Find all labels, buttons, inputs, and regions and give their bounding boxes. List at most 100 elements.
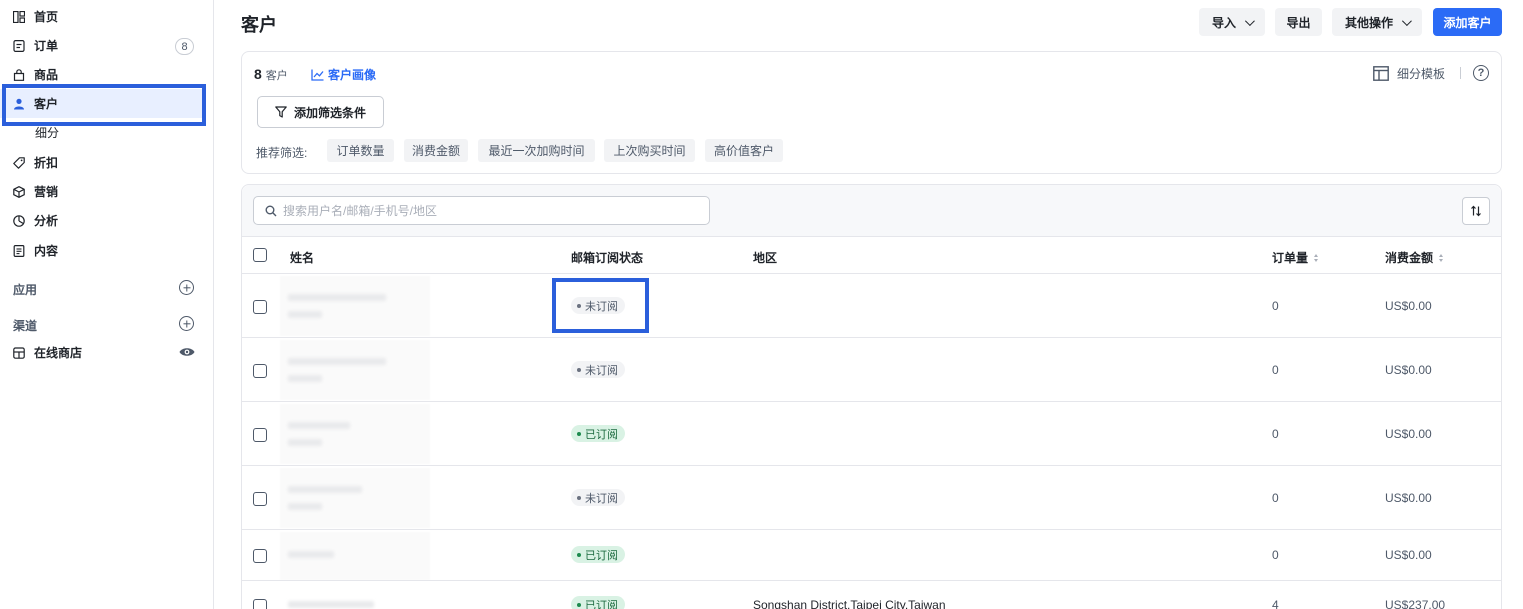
row-checkbox[interactable] — [253, 428, 267, 442]
add-filter-label: 添加筛选条件 — [293, 105, 366, 120]
add-customer-label: 添加客户 — [1443, 15, 1492, 30]
orders-cell: 0 — [1272, 491, 1279, 505]
sidebar-item-label: 在线商店 — [34, 346, 83, 360]
redacted-text — [288, 486, 362, 493]
search-input[interactable] — [283, 203, 683, 218]
more-actions-button[interactable]: 其他操作 — [1332, 8, 1422, 36]
help-icon[interactable]: ? — [1473, 65, 1489, 81]
customer-count: 8 客户 — [254, 66, 288, 83]
add-channel-icon[interactable] — [179, 316, 194, 331]
customer-name-redacted — [280, 340, 430, 400]
row-checkbox[interactable] — [253, 549, 267, 563]
redacted-text — [288, 311, 322, 318]
column-header-subscription: 邮箱订阅状态 — [571, 251, 644, 265]
column-header-spend[interactable]: 消费金额 — [1385, 249, 1444, 266]
chevron-down-icon — [1401, 15, 1412, 26]
sidebar-item-label: 分析 — [34, 214, 59, 228]
sort-icon — [1314, 253, 1319, 262]
subscription-status-text: 已订阅 — [585, 428, 618, 441]
sidebar-item-discounts[interactable]: 折扣 — [0, 148, 205, 177]
page-title: 客户 — [241, 15, 277, 35]
sort-icon — [1439, 253, 1444, 262]
subscription-status-badge: 已订阅 — [571, 546, 625, 563]
filter-chip-last-purchase[interactable]: 上次购买时间 — [604, 139, 695, 162]
row-checkbox[interactable] — [253, 364, 267, 378]
pie-icon — [13, 214, 25, 227]
row-checkbox[interactable] — [253, 492, 267, 506]
row-checkbox[interactable] — [253, 300, 267, 314]
divider — [242, 337, 1501, 338]
sidebar-item-label: 订单 — [34, 39, 59, 53]
subscription-status-text: 已订阅 — [585, 599, 618, 609]
region-cell: Songshan District,Taipei City,Taiwan — [753, 598, 946, 609]
eye-icon[interactable] — [179, 346, 195, 358]
sidebar-item-home[interactable]: 首页 — [0, 2, 205, 31]
divider — [242, 273, 1501, 274]
sort-arrows-icon — [1471, 205, 1481, 217]
column-header-orders[interactable]: 订单量 — [1272, 249, 1319, 266]
chevron-down-icon — [1244, 15, 1255, 26]
row-checkbox[interactable] — [253, 599, 267, 609]
channels-section-label: 渠道 — [13, 319, 38, 333]
import-button[interactable]: 导入 — [1199, 8, 1265, 36]
sidebar-item-online-store[interactable]: 在线商店 — [0, 338, 205, 367]
subscription-status-text: 未订阅 — [585, 492, 618, 505]
customer-name-redacted — [280, 468, 430, 528]
import-button-label: 导入 — [1211, 15, 1236, 30]
sidebar-item-segments[interactable]: 细分 — [0, 118, 205, 147]
add-app-icon[interactable] — [179, 280, 194, 295]
recommended-filters-label: 推荐筛选: — [256, 146, 308, 160]
redacted-text — [288, 358, 386, 365]
filter-icon — [275, 106, 287, 118]
sidebar: 首页 订单 8 商品 客户 细分 折扣 营销 分析 内容 应用 渠道 在线商店 — [0, 0, 214, 609]
sidebar-item-analytics[interactable]: 分析 — [0, 206, 205, 235]
spend-cell: US$0.00 — [1385, 427, 1432, 441]
sidebar-item-marketing[interactable]: 营销 — [0, 177, 205, 206]
orders-cell: 0 — [1272, 427, 1279, 441]
sort-button[interactable] — [1462, 197, 1490, 225]
sidebar-item-label: 客户 — [34, 97, 59, 111]
customer-name-redacted — [280, 404, 430, 464]
redacted-text — [288, 375, 322, 382]
add-filter-button[interactable]: 添加筛选条件 — [257, 96, 384, 128]
subscription-status-text: 未订阅 — [585, 364, 618, 377]
filter-chip-last-cart[interactable]: 最近一次加购时间 — [478, 139, 595, 162]
redacted-text — [288, 439, 322, 446]
subscription-status-text: 未订阅 — [585, 300, 618, 313]
add-customer-button[interactable]: 添加客户 — [1433, 8, 1502, 36]
customer-portrait-link[interactable]: 客户画像 — [311, 66, 376, 83]
divider — [242, 580, 1501, 581]
user-icon — [13, 98, 25, 110]
column-header-orders-label: 订单量 — [1272, 251, 1309, 265]
customer-name-redacted — [280, 276, 430, 336]
redacted-text — [288, 601, 374, 608]
customer-portrait-label: 客户画像 — [328, 68, 377, 82]
sidebar-item-orders[interactable]: 订单 8 — [0, 31, 205, 60]
divider — [242, 529, 1501, 530]
spend-cell: US$0.00 — [1385, 491, 1432, 505]
filter-chip-spend[interactable]: 消费金额 — [404, 139, 468, 162]
filter-chip-high-value[interactable]: 高价值客户 — [705, 139, 783, 162]
segment-template-button[interactable]: 细分模板 — [1373, 65, 1445, 82]
apps-section-label: 应用 — [13, 283, 38, 297]
spend-cell: US$0.00 — [1385, 548, 1432, 562]
segment-template-label: 细分模板 — [1397, 67, 1446, 81]
order-count-badge: 8 — [175, 38, 194, 55]
sidebar-item-label: 首页 — [34, 10, 59, 24]
redacted-text — [288, 551, 334, 558]
search-icon — [265, 205, 277, 216]
bag-icon — [13, 68, 25, 81]
sidebar-item-label: 折扣 — [34, 156, 59, 170]
customer-count-unit: 客户 — [265, 70, 288, 82]
sidebar-item-content[interactable]: 内容 — [0, 236, 205, 265]
sidebar-item-products[interactable]: 商品 — [0, 60, 205, 89]
sidebar-item-customers[interactable]: 客户 — [0, 89, 205, 118]
spend-cell: US$237.00 — [1385, 598, 1446, 609]
export-button[interactable]: 导出 — [1275, 8, 1322, 36]
sidebar-item-label: 内容 — [34, 244, 59, 258]
redacted-text — [288, 294, 386, 301]
spend-cell: US$0.00 — [1385, 363, 1432, 377]
filter-chip-order-count[interactable]: 订单数量 — [327, 139, 394, 162]
select-all-checkbox[interactable] — [253, 248, 267, 262]
search-box[interactable] — [253, 196, 710, 225]
